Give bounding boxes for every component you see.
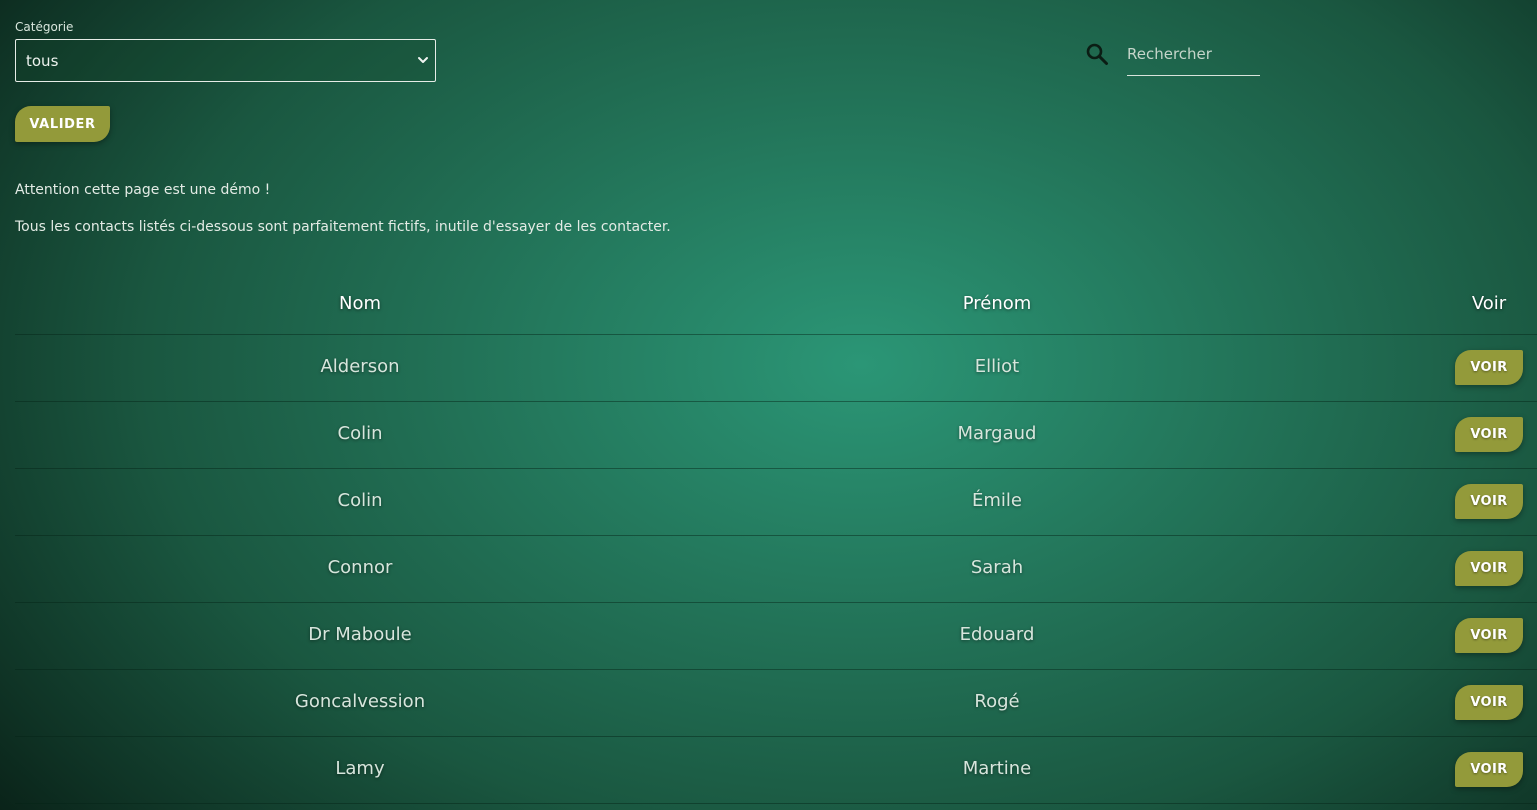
cell-prenom: Émile	[972, 490, 1022, 511]
cell-prenom: Rogé	[974, 691, 1020, 712]
voir-button[interactable]: VOIR	[1455, 551, 1523, 586]
column-header-nom: Nom	[338, 293, 382, 314]
row-divider	[15, 468, 1537, 469]
column-header-voir: Voir	[1471, 293, 1507, 314]
cell-prenom: Elliot	[974, 356, 1020, 377]
chevron-down-icon	[418, 57, 428, 63]
cell-nom: Dr Maboule	[308, 624, 412, 645]
row-divider	[15, 401, 1537, 402]
voir-button[interactable]: VOIR	[1455, 618, 1523, 653]
cell-nom: Lamy	[335, 758, 385, 779]
valider-button[interactable]: VALIDER	[15, 106, 110, 142]
cell-nom: Goncalvession	[294, 691, 426, 712]
row-divider	[15, 803, 1537, 804]
category-select-value: tous	[26, 52, 59, 70]
cell-nom: Colin	[337, 423, 383, 444]
voir-button[interactable]: VOIR	[1455, 484, 1523, 519]
category-select[interactable]: tous	[15, 39, 436, 82]
search-input[interactable]: Rechercher	[1127, 40, 1260, 76]
demo-notice: Attention cette page est une démo !	[15, 182, 271, 198]
cell-nom: Colin	[337, 490, 383, 511]
cell-prenom: Edouard	[959, 624, 1035, 645]
fictitious-contacts-notice: Tous les contacts listés ci-dessous sont…	[15, 219, 671, 235]
category-label: Catégorie	[15, 20, 74, 34]
row-divider	[15, 669, 1537, 670]
row-divider	[15, 535, 1537, 536]
cell-prenom: Margaud	[957, 423, 1037, 444]
voir-button[interactable]: VOIR	[1455, 417, 1523, 452]
row-divider	[15, 602, 1537, 603]
search-placeholder: Rechercher	[1127, 45, 1212, 63]
voir-button[interactable]: VOIR	[1455, 752, 1523, 787]
cell-nom: Connor	[327, 557, 393, 578]
row-divider	[15, 334, 1537, 335]
row-divider	[15, 736, 1537, 737]
cell-prenom: Martine	[962, 758, 1032, 779]
voir-button[interactable]: VOIR	[1455, 685, 1523, 720]
column-header-prenom: Prénom	[962, 293, 1032, 314]
cell-nom: Alderson	[320, 356, 400, 377]
voir-button[interactable]: VOIR	[1455, 350, 1523, 385]
cell-prenom: Sarah	[970, 557, 1024, 578]
search-icon[interactable]	[1085, 42, 1109, 66]
